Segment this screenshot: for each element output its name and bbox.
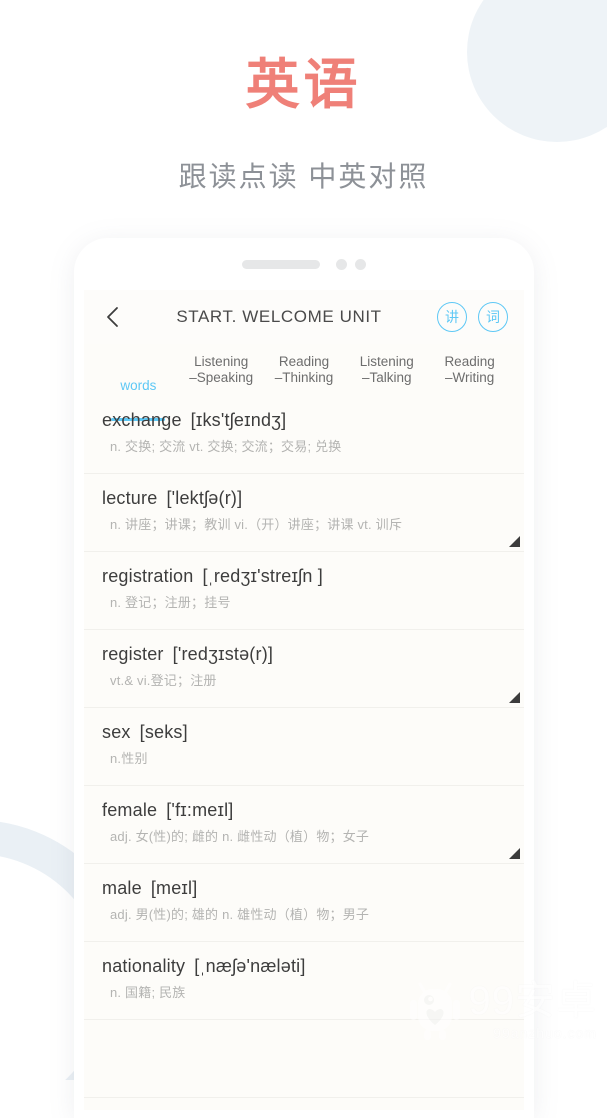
word-list-item[interactable]: female ['fɪ:meɪl] adj. 女(性)的; 雌的 n. 雌性动（植… xyxy=(84,786,524,864)
word-text: male xyxy=(102,878,142,898)
word-list-item-partial[interactable] xyxy=(84,1020,524,1098)
page-subtitle: 跟读点读 中英对照 xyxy=(178,161,429,193)
chevron-left-icon[interactable] xyxy=(100,304,126,330)
word-list-item[interactable]: lecture ['lektʃə(r)] n. 讲座；讲课；教训 vi.（开）讲座… xyxy=(84,474,524,552)
word-list-item[interactable]: register ['redʒɪstə(r)] vt.& vi.登记；注册 xyxy=(84,630,524,708)
app-header: START. WELCOME UNIT 讲 词 xyxy=(84,290,524,344)
word-definition: n. 国籍; 民族 xyxy=(110,985,186,1000)
word-headword: registration [ˌredʒɪ'streɪʃn ] xyxy=(102,566,506,587)
tab-words-label: words xyxy=(120,378,157,393)
word-headword: register ['redʒɪstə(r)] xyxy=(102,644,506,665)
word-list-item[interactable]: sex [seks] n.性别 xyxy=(84,708,524,786)
word-definition: n. 登记；注册；挂号 xyxy=(110,595,231,610)
vocabulary-button[interactable]: 词 xyxy=(478,302,508,332)
word-list-item[interactable]: exchange [ɪks'tʃeɪndʒ] n. 交换; 交流 vt. 交换; … xyxy=(84,396,524,474)
word-text: lecture xyxy=(102,488,158,508)
word-phonetic: [ɪks'tʃeɪndʒ] xyxy=(190,410,287,430)
word-phonetic: [ˌredʒɪ'streɪʃn ] xyxy=(202,566,323,586)
word-headword: male [meɪl] xyxy=(102,878,506,899)
word-headword: exchange [ɪks'tʃeɪndʒ] xyxy=(102,410,506,431)
word-list: exchange [ɪks'tʃeɪndʒ] n. 交换; 交流 vt. 交换; … xyxy=(84,396,524,1098)
corner-marker-icon xyxy=(509,692,520,703)
word-text: nationality xyxy=(102,956,186,976)
tab-listening-talking[interactable]: Listening –Talking xyxy=(346,350,427,386)
word-definition: n. 交换; 交流 vt. 交换; 交流；交易; 兑换 xyxy=(110,439,342,454)
tab-listening-speaking[interactable]: Listening –Speaking xyxy=(181,350,262,386)
sensor-dot-icon xyxy=(336,258,347,270)
word-definition: vt.& vi.登记；注册 xyxy=(110,673,217,688)
word-phonetic: [ˌnæʃə'næləti] xyxy=(194,956,306,976)
word-list-item[interactable]: registration [ˌredʒɪ'streɪʃn ] n. 登记；注册；挂… xyxy=(84,552,524,630)
page-title: 英语 xyxy=(245,55,362,115)
word-headword: sex [seks] xyxy=(102,722,506,743)
corner-marker-icon xyxy=(509,848,520,859)
word-definition: n.性别 xyxy=(110,751,148,766)
tab-reading-thinking[interactable]: Reading –Thinking xyxy=(264,350,345,386)
phone-screen: START. WELCOME UNIT 讲 词 words Listening … xyxy=(84,290,524,1110)
word-text: sex xyxy=(102,722,131,742)
word-phonetic: ['lektʃə(r)] xyxy=(166,488,243,508)
speaker-bar-icon xyxy=(242,259,320,269)
word-text: female xyxy=(102,800,158,820)
word-phonetic: [meɪl] xyxy=(150,878,198,898)
lecture-button[interactable]: 讲 xyxy=(437,302,467,332)
word-phonetic: ['redʒɪstə(r)] xyxy=(172,644,274,664)
word-list-item[interactable]: male [meɪl] adj. 男(性)的; 雄的 n. 雄性动（植）物；男子 xyxy=(84,864,524,942)
word-definition: adj. 男(性)的; 雄的 n. 雄性动（植）物；男子 xyxy=(110,907,370,922)
corner-marker-icon xyxy=(509,536,520,547)
hero-section: 英语 跟读点读 中英对照 xyxy=(0,0,607,195)
word-definition: adj. 女(性)的; 雌的 n. 雌性动（植）物；女子 xyxy=(110,829,370,844)
word-headword: nationality [ˌnæʃə'næləti] xyxy=(102,956,506,977)
word-text: registration xyxy=(102,566,194,586)
word-text: exchange xyxy=(102,410,182,430)
word-headword: female ['fɪ:meɪl] xyxy=(102,800,506,821)
word-headword: lecture ['lektʃə(r)] xyxy=(102,488,506,509)
unit-title: START. WELCOME UNIT xyxy=(176,307,382,326)
tab-bar: words Listening –Speaking Reading –Think… xyxy=(84,344,524,421)
phone-earpiece-area xyxy=(74,238,534,290)
word-list-item[interactable]: nationality [ˌnæʃə'næləti] n. 国籍; 民族 xyxy=(84,942,524,1020)
sensor-dots xyxy=(336,258,366,270)
word-definition: n. 讲座；讲课；教训 vi.（开）讲座；讲课 vt. 训斥 xyxy=(110,517,403,532)
word-phonetic: [seks] xyxy=(139,722,188,742)
camera-dot-icon xyxy=(355,258,366,270)
phone-mockup: START. WELCOME UNIT 讲 词 words Listening … xyxy=(74,238,534,1118)
tab-reading-writing[interactable]: Reading –Writing xyxy=(429,350,510,386)
word-text: register xyxy=(102,644,164,664)
word-phonetic: ['fɪ:meɪl] xyxy=(166,800,234,820)
